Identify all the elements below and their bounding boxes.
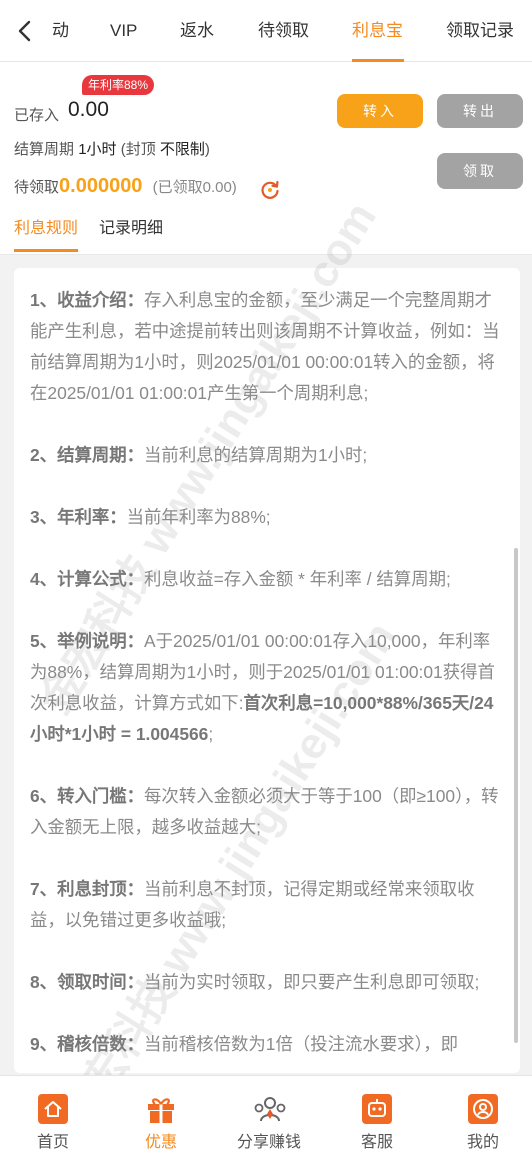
nav-promotions[interactable]: 优惠 [108, 1076, 214, 1161]
period-value: 1小时 [78, 141, 117, 158]
share-icon [254, 1097, 286, 1122]
rules-list: 1、收益介绍：存入利息宝的金额，至少满足一个完整周期才能产生利息，若中途提前转出… [14, 268, 520, 1060]
rule-title: 7、利息封顶： [30, 879, 145, 899]
rule-item: 1、收益介绍：存入利息宝的金额，至少满足一个完整周期才能产生利息，若中途提前转出… [30, 285, 504, 409]
tab-vip[interactable]: VIP [110, 0, 137, 62]
rule-title: 6、转入门槛： [30, 786, 145, 806]
tab-interest[interactable]: 利息宝 [352, 0, 404, 62]
rule-title: 4、计算公式： [30, 569, 145, 589]
interest-account-panel: 年利率88% 已存入 0.00 转入 转出 领取 结算周期 1小时 (封顶 不限… [0, 62, 532, 255]
interest-page: 动 VIP 返水 待领取 利息宝 领取记录 年利率88% 已存入 0.00 转入… [0, 0, 532, 1161]
rule-text: 利息收益=存入金额 * 年利率 / 结算周期; [144, 569, 451, 589]
period-label: 结算周期 [14, 141, 75, 158]
nav-profile-label: 我的 [466, 1134, 499, 1151]
rule-title: 2、结算周期： [30, 445, 145, 465]
transfer-in-button[interactable]: 转入 [337, 94, 423, 128]
nav-support[interactable]: 客服 [324, 1076, 430, 1161]
cap-close: ) [204, 141, 210, 158]
rule-title: 9、稽核倍数： [30, 1034, 145, 1054]
rule-item: 8、领取时间：当前为实时领取，即只要产生利息即可领取; [30, 967, 504, 998]
saved-amount: 0.00 [68, 98, 109, 121]
transfer-out-button[interactable]: 转出 [437, 94, 523, 128]
rule-item: 5、举例说明：A于2025/01/01 00:00:01存入10,000，年利率… [30, 626, 504, 750]
rule-tail: ; [208, 724, 214, 744]
subtab-indicator [14, 249, 78, 252]
rule-text: 当前为实时领取，即只要产生利息即可领取; [144, 972, 480, 992]
scrollbar[interactable] [514, 548, 518, 1043]
rule-text: 当前利息的结算周期为1小时; [144, 445, 368, 465]
tab-interest-label: 利息宝 [352, 21, 403, 40]
claim-button[interactable]: 领取 [437, 153, 523, 189]
cap-open: (封顶 [120, 141, 156, 158]
nav-support-label: 客服 [360, 1134, 393, 1151]
rule-text: 当前年利率为88%; [126, 507, 271, 527]
subtab-records[interactable]: 记录明细 [99, 214, 163, 238]
refresh-icon[interactable] [259, 179, 281, 201]
rule-text: 当前稽核倍数为1倍（投注流水要求），即 [144, 1034, 459, 1054]
nav-promotions-label: 优惠 [144, 1134, 177, 1151]
claimed-amount: (已领取0.00) [152, 179, 237, 196]
profile-icon [468, 1094, 498, 1124]
support-icon [362, 1094, 392, 1124]
pending-interest: 待领取0.000000 (已领取0.00) [14, 175, 237, 198]
pending-label: 待领取 [14, 179, 60, 196]
rule-title: 3、年利率： [30, 507, 127, 527]
apr-badge: 年利率88% [82, 75, 155, 95]
saved-label: 已存入 [14, 107, 60, 124]
tab-pending[interactable]: 待领取 [258, 0, 309, 62]
subtab-rules[interactable]: 利息规则 [14, 214, 78, 238]
bottom-nav: 首页 优惠 分享赚钱 客服 我的 [0, 1075, 532, 1161]
tab-rebate[interactable]: 返水 [180, 0, 214, 62]
rule-item: 2、结算周期：当前利息的结算周期为1小时; [30, 440, 504, 471]
top-tab-bar: 动 VIP 返水 待领取 利息宝 领取记录 [0, 0, 532, 62]
nav-share[interactable]: 分享赚钱 [216, 1076, 322, 1161]
tab-activity[interactable]: 动 [52, 0, 69, 62]
nav-home-label: 首页 [36, 1134, 69, 1151]
nav-profile[interactable]: 我的 [430, 1076, 532, 1161]
back-arrow-icon[interactable] [12, 16, 38, 46]
rule-item: 3、年利率：当前年利率为88%; [30, 502, 504, 533]
gift-icon [148, 1098, 174, 1123]
rule-title: 1、收益介绍： [30, 290, 145, 310]
nav-home[interactable]: 首页 [0, 1076, 106, 1161]
rule-item: 6、转入门槛：每次转入金额必须大于等于100（即≥100），转入金额无上限，越多… [30, 781, 504, 843]
rule-item: 4、计算公式：利息收益=存入金额 * 年利率 / 结算周期; [30, 564, 504, 595]
settlement-period: 结算周期 1小时 (封顶 不限制) [14, 138, 210, 159]
rule-item: 9、稽核倍数：当前稽核倍数为1倍（投注流水要求），即 [30, 1029, 504, 1060]
rule-title: 8、领取时间： [30, 972, 145, 992]
pending-amount: 0.000000 [59, 175, 143, 197]
home-icon [38, 1094, 68, 1124]
cap-value: 不限制 [159, 141, 205, 158]
tab-claim-records[interactable]: 领取记录 [446, 0, 514, 62]
rules-card[interactable]: 1、收益介绍：存入利息宝的金额，至少满足一个完整周期才能产生利息，若中途提前转出… [14, 268, 520, 1073]
rule-title: 5、举例说明： [30, 631, 145, 651]
rule-item: 7、利息封顶：当前利息不封顶，记得定期或经常来领取收益，以免错过更多收益哦; [30, 874, 504, 936]
nav-share-label: 分享赚钱 [236, 1134, 301, 1151]
